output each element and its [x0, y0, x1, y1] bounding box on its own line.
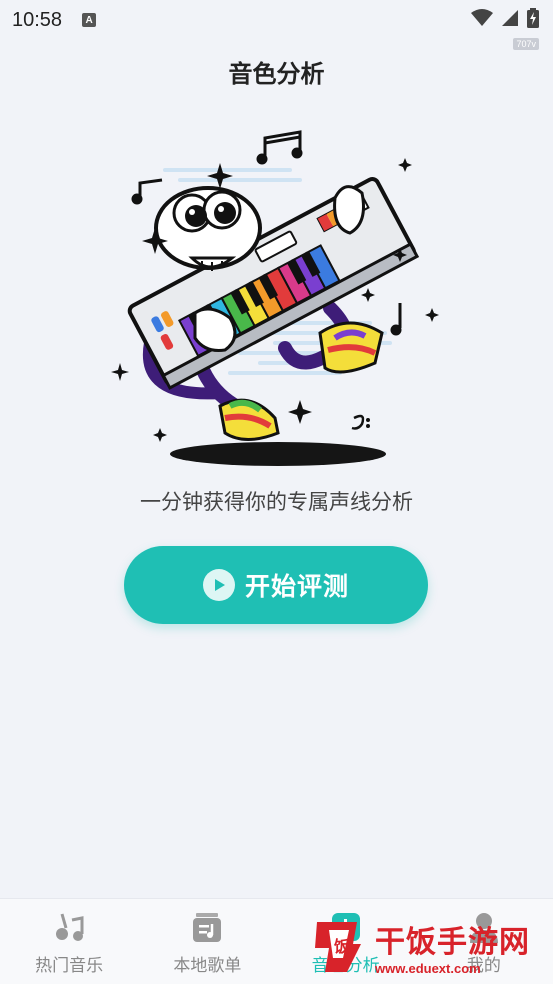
battery-charging-icon: [527, 8, 539, 28]
start-test-button[interactable]: 开始评测: [124, 546, 428, 624]
signal-icon: [502, 10, 518, 26]
music-note-icon: [51, 909, 87, 945]
start-test-label: 开始评测: [244, 572, 349, 601]
svg-text:饭: 饭: [333, 937, 350, 956]
status-icons: [471, 8, 539, 28]
notification-badge: A: [82, 13, 97, 27]
left-shoe: [218, 398, 280, 441]
tab-local-playlist[interactable]: 本地歌单: [138, 899, 276, 984]
status-time: 10:58: [12, 8, 63, 31]
play-icon: [202, 569, 235, 601]
playlist-icon: [189, 909, 225, 945]
tab-local-playlist-label: 本地歌单: [173, 956, 242, 976]
wifi-icon: [471, 9, 493, 26]
subtitle: 一分钟获得你的专属声线分析: [140, 490, 413, 514]
right-shoe: [318, 321, 384, 374]
site-watermark: 饭 干饭手游网 www.eduext.com: [305, 912, 550, 980]
speed-badge: 707v: [513, 38, 539, 50]
watermark-site-url: www.eduext.com: [375, 960, 481, 976]
watermark-logo-icon: 饭: [315, 922, 361, 972]
tab-hot-music[interactable]: 热门音乐: [0, 899, 138, 984]
keyboard-character-illustration: [111, 130, 439, 466]
page-title: 音色分析: [228, 60, 325, 88]
watermark-site-name: 干饭手游网: [375, 924, 530, 960]
tab-hot-music-label: 热门音乐: [35, 956, 104, 976]
